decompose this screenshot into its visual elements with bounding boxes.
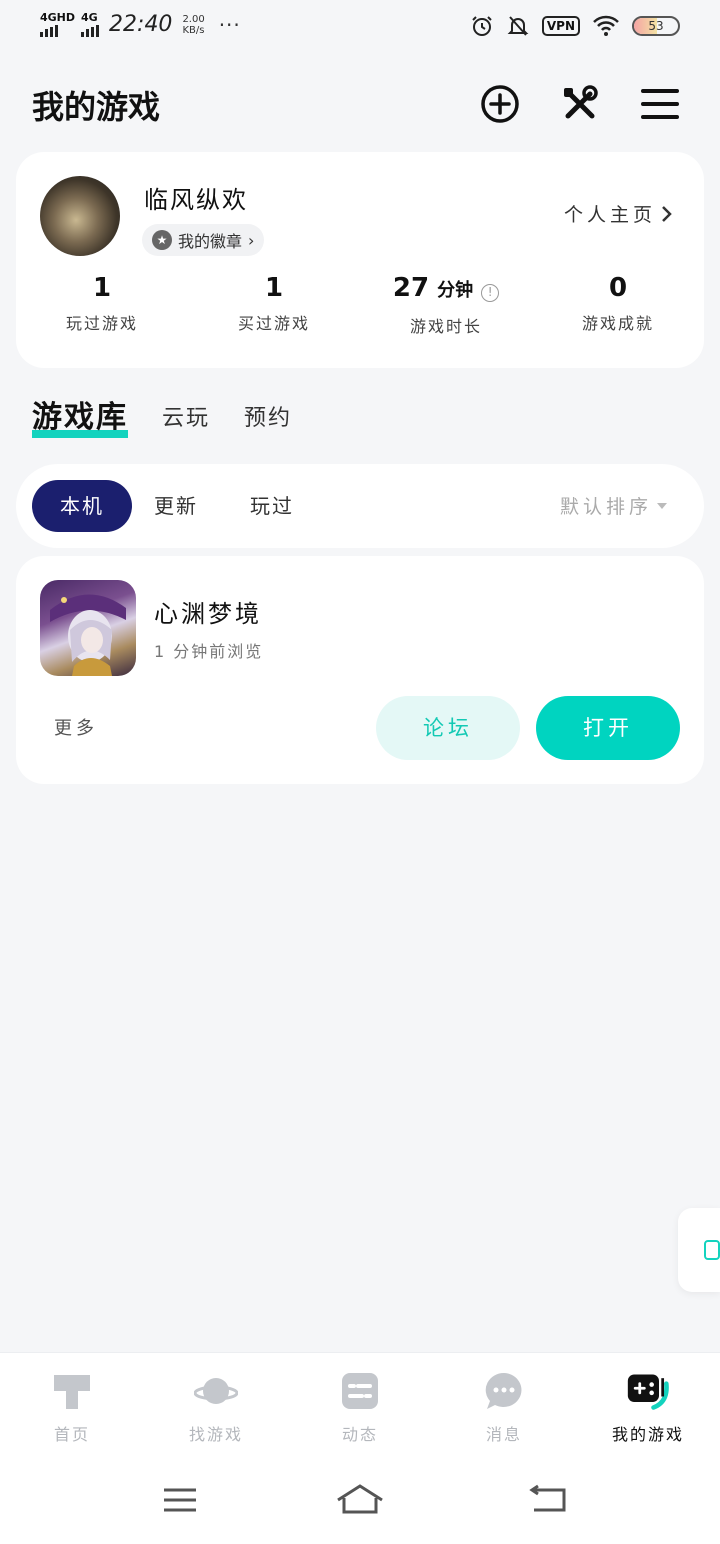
tab-cloud-play[interactable]: 云玩: [162, 400, 210, 440]
tools-button[interactable]: [558, 82, 602, 126]
library-tabs: 游戏库 云玩 预约: [32, 392, 292, 440]
stat-bought-games[interactable]: 1 买过游戏: [188, 272, 360, 337]
filter-chip-updates[interactable]: 更新: [154, 480, 198, 532]
recent-apps-icon[interactable]: [154, 1482, 206, 1518]
bottom-nav: 首页 找游戏 动态 消息 我的游戏: [0, 1352, 720, 1456]
signal-1: 4GHD: [40, 12, 75, 37]
plus-circle-icon: [481, 85, 519, 123]
tools-icon: [564, 85, 598, 119]
forum-button[interactable]: 论坛: [376, 696, 520, 760]
network-speed: 2.00 KB/s: [182, 14, 204, 36]
message-icon: [485, 1372, 522, 1409]
signal-2: 4G: [81, 11, 100, 37]
my-badges-button[interactable]: ★ 我的徽章 ›: [142, 224, 265, 256]
stat-label: 买过游戏: [237, 314, 310, 333]
signal-2-label: 4G: [81, 11, 98, 24]
clock: 22:40: [109, 12, 173, 37]
avatar[interactable]: [40, 176, 120, 256]
open-button[interactable]: 打开: [536, 696, 680, 760]
stat-value: 1: [92, 273, 112, 303]
planet-icon: [194, 1378, 238, 1404]
home-nav-icon[interactable]: [334, 1482, 386, 1518]
caret-down-icon: [657, 502, 667, 509]
stat-played-games[interactable]: 1 玩过游戏: [16, 272, 188, 337]
nav-item-home[interactable]: 首页: [12, 1369, 132, 1445]
battery-level: 53: [648, 19, 664, 33]
nav-item-my-games[interactable]: 我的游戏: [588, 1369, 708, 1445]
nav-item-find-games[interactable]: 找游戏: [156, 1369, 276, 1445]
personal-homepage-link[interactable]: 个人主页: [564, 200, 674, 227]
menu-button[interactable]: [638, 82, 682, 126]
my-badges-label: 我的徽章: [178, 232, 243, 251]
chevron-right-icon: [662, 205, 672, 222]
hamburger-menu-icon: [641, 89, 679, 119]
nav-item-feed[interactable]: 动态: [300, 1369, 420, 1445]
wifi-icon: [593, 15, 619, 36]
stats-row: 1 玩过游戏 1 买过游戏 27 分钟 ! 游戏时长 0 游戏成就: [16, 272, 704, 337]
personal-homepage-label: 个人主页: [563, 204, 656, 226]
vpn-badge: VPN: [541, 16, 580, 36]
nav-item-messages[interactable]: 消息: [444, 1369, 564, 1445]
stat-value: 1: [264, 273, 284, 303]
speed-value: 2.00: [182, 13, 205, 25]
stat-play-time[interactable]: 27 分钟 ! 游戏时长: [360, 272, 532, 337]
nav-label: 动态: [341, 1425, 378, 1444]
stat-label: 玩过游戏: [65, 314, 138, 333]
profile-card: 临风纵欢 ★ 我的徽章 › 个人主页 1 玩过游戏 1 买过游戏 27 分钟 !…: [16, 152, 704, 368]
stat-value: 27: [392, 273, 430, 303]
sort-dropdown[interactable]: 默认排序: [560, 492, 668, 519]
back-icon[interactable]: [522, 1482, 574, 1518]
nav-label: 找游戏: [188, 1425, 243, 1444]
chevron-right-icon: ›: [248, 230, 255, 250]
nav-label: 消息: [485, 1425, 522, 1444]
more-button[interactable]: 更多: [54, 714, 98, 740]
game-art: [50, 594, 126, 676]
status-bar: 4GHD 4G 22:40 2.00 KB/s ··· VPN 53: [0, 0, 720, 56]
tab-game-library[interactable]: 游戏库: [32, 392, 128, 440]
signal-1-label: 4GHD: [40, 11, 76, 24]
battery-indicator: 53: [632, 16, 680, 36]
game-name[interactable]: 心渊梦境: [154, 594, 262, 629]
stat-label: 游戏时长: [409, 317, 482, 336]
system-nav-bar: [0, 1456, 720, 1544]
download-icon: [704, 1240, 720, 1260]
stat-unit: 分钟: [437, 280, 474, 301]
filter-chip-played[interactable]: 玩过: [250, 480, 294, 532]
more-notifications: ···: [218, 12, 241, 37]
add-button[interactable]: [478, 82, 522, 126]
filter-chip-local[interactable]: 本机: [32, 480, 132, 532]
feed-icon: [342, 1373, 378, 1409]
gamepad-icon: [627, 1374, 669, 1410]
alarm-icon: [472, 16, 492, 36]
stat-value: 0: [608, 273, 628, 303]
nav-label: 首页: [53, 1425, 90, 1444]
info-icon[interactable]: !: [481, 284, 500, 302]
game-icon[interactable]: [40, 580, 136, 676]
medal-icon: ★: [152, 230, 172, 250]
stat-achievements[interactable]: 0 游戏成就: [532, 272, 704, 337]
game-last-viewed: 1 分钟前浏览: [154, 642, 264, 661]
page-header: 我的游戏: [0, 72, 720, 136]
page-title: 我的游戏: [32, 88, 161, 126]
user-name[interactable]: 临风纵欢: [144, 180, 248, 215]
tab-reservations[interactable]: 预约: [244, 400, 292, 440]
stat-label: 游戏成就: [581, 314, 654, 333]
game-card: 心渊梦境 1 分钟前浏览 更多 论坛 打开: [16, 556, 704, 784]
floating-download-tab[interactable]: [678, 1208, 720, 1292]
bell-muted-icon: [507, 16, 529, 36]
filter-bar: 本机 更新 玩过 默认排序: [16, 464, 704, 548]
home-icon: [54, 1375, 90, 1409]
speed-unit: KB/s: [182, 24, 205, 36]
nav-label: 我的游戏: [611, 1425, 684, 1444]
sort-label: 默认排序: [559, 496, 652, 518]
